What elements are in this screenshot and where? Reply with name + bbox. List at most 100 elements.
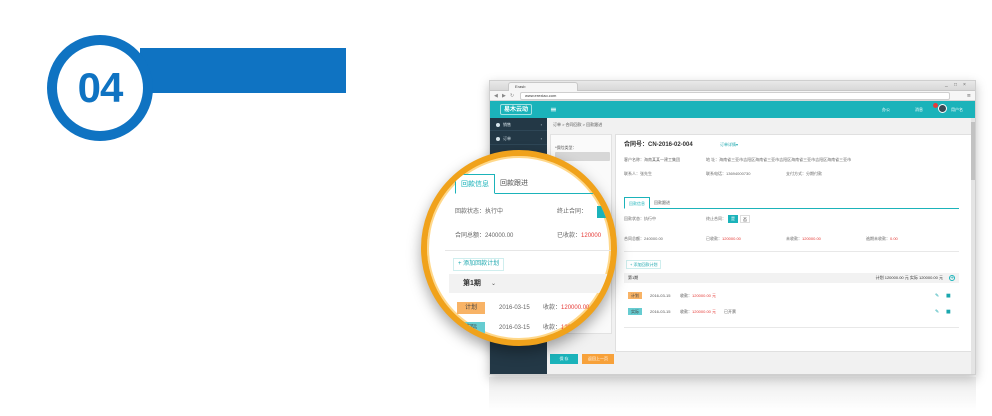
browser-tab[interactable]: Erasb [508, 82, 578, 91]
period-title: 第1期 [463, 280, 481, 287]
add-payment-plan-button[interactable]: + 添加回款计划 [453, 258, 505, 271]
unreceived-label: 未收款： [786, 236, 802, 241]
chevron-icon: › [540, 136, 542, 141]
magnifier-content: 回款信息 回款跟进 回款状态：执行中 终止合同： 合同总额：240000.00 … [427, 156, 611, 340]
unreceived-value: 120000.00 [802, 236, 821, 241]
forward-icon[interactable]: ▶ [502, 92, 506, 100]
row-amount: 收款：120000.00 元 [543, 324, 597, 333]
sidebar-item-label: 订单 [503, 136, 511, 141]
row-amount-value: 120000.00 元 [561, 305, 598, 311]
avatar[interactable] [938, 104, 947, 113]
url-input[interactable]: www.erexiao.com [520, 92, 950, 100]
terminate-label: 终止合同： [706, 216, 726, 221]
row-date: 2016-03-15 [650, 293, 671, 298]
contract-total: 合同总额：240000.00 [455, 233, 514, 239]
tab-payment-info[interactable]: 回款信息 [455, 174, 495, 194]
overdue-amount: 逾期未收款：0.00 [866, 236, 898, 242]
tab-payment-followup[interactable]: 回款跟进 [650, 197, 674, 209]
period-header[interactable]: 第1期 ⌄ [449, 274, 611, 293]
delete-icon[interactable]: ■ [946, 307, 951, 317]
row-amount-label: 收款： [543, 305, 562, 311]
row-note: 已开票 [724, 309, 736, 314]
order-detail-link[interactable]: 订单详情▾ [720, 142, 738, 148]
terminate-no-button[interactable]: 否 [740, 215, 750, 223]
contract-panel: 合同号：CN-2016-02-004 订单详情▾ 客户名称：海南某某一建工集团 … [615, 134, 972, 352]
terminate-yes-button[interactable]: 是 [728, 215, 738, 223]
browser-menu-icon[interactable]: ≡ [967, 92, 971, 100]
sidebar-item-sales[interactable]: 销售 › [490, 118, 547, 131]
divider [445, 250, 611, 251]
chevron-icon: › [540, 122, 542, 127]
add-icon[interactable]: + [949, 275, 955, 281]
payment-method: 支付方式：分期付款 [786, 171, 822, 176]
row-amount-value: 120000.00 元 [692, 293, 717, 298]
divider [624, 327, 959, 328]
app-logo[interactable]: 易木云动 [500, 104, 533, 115]
contract-number: 合同号：CN-2016-02-004 [624, 142, 693, 148]
step-badge: 04 [57, 45, 143, 131]
payment-tabs: 回款信息 回款跟进 [624, 197, 959, 209]
terminate-yes-button[interactable] [597, 206, 611, 218]
magnifier: 回款信息 回款跟进 回款状态：执行中 终止合同： 合同总额：240000.00 … [421, 150, 617, 346]
plan-tag: 计划 [628, 292, 642, 299]
menu-toggle-icon[interactable]: ≡ [550, 104, 557, 115]
received-value: 120000 [581, 233, 602, 239]
add-payment-plan-button[interactable]: + 添加回款计划 [626, 260, 662, 269]
actual-tag: 实际 [628, 308, 642, 315]
overdue-value: 0.00 [890, 236, 898, 241]
minimize-icon[interactable]: _ [945, 82, 948, 89]
payment-status: 回款状态：执行中 [624, 216, 656, 221]
terminate-label: 终止合同： [557, 209, 588, 215]
payment-status: 回款状态：执行中 [455, 209, 504, 215]
row-amount-value: 120000.00 元 [692, 309, 717, 314]
row-date: 2016-03-15 [499, 305, 530, 311]
received-label: 已收款： [557, 233, 582, 239]
delete-icon[interactable]: ■ [946, 291, 951, 301]
received-amount: 已收款：120000.00 [706, 236, 741, 242]
customer-name: 客户名称：海南某某一建工集团 [624, 157, 680, 162]
row-amount: 收款：120000.00 元 [680, 307, 716, 317]
address-bar: ◀ ▶ ↻ www.erexiao.com ≡ [490, 91, 975, 101]
header-messages[interactable]: 消息 [915, 104, 923, 115]
period-title: 第1期 [628, 275, 639, 280]
insurance-type-label: *保险类型： [555, 145, 577, 150]
chevron-down-icon[interactable]: ⌄ [491, 274, 496, 293]
header-user[interactable]: 用户名 [951, 104, 963, 115]
edit-icon[interactable]: ✎ [935, 307, 939, 317]
app-header: 易木云动 ≡ 办公 消息 用户名 [490, 101, 975, 118]
payment-row-actual: 实际 2016-03-15 收款：120000.00 元 已开票 ✎ ■ [624, 307, 959, 317]
contract-total: 合同总额：240000.00 [624, 236, 663, 241]
contact-person: 联系人：张先生 [624, 171, 652, 176]
magnified-tabs: 回款信息 回款跟进 [455, 174, 611, 194]
divider [624, 251, 959, 252]
maximize-icon[interactable]: □ [954, 82, 957, 89]
row-amount-label: 收款： [680, 309, 692, 314]
row-amount-value: 120000.00 元 [561, 325, 598, 331]
tab-payment-followup[interactable]: 回款跟进 [495, 174, 533, 194]
row-date: 2016-03-15 [499, 325, 530, 331]
row-amount-label: 收款： [680, 293, 692, 298]
reload-icon[interactable]: ↻ [510, 92, 514, 100]
close-icon[interactable]: × [963, 82, 966, 89]
browser-titlebar: Erasb _ □ × [490, 81, 975, 91]
actual-tag: 实际 [457, 322, 485, 334]
edit-icon[interactable]: ✎ [935, 291, 939, 301]
row-amount: 收款：120000.00 元 [543, 304, 597, 313]
scrollbar-thumb[interactable] [971, 122, 975, 180]
save-button[interactable]: 保 存 [550, 354, 578, 364]
contact-phone: 联系电话：13694000730 [706, 171, 751, 176]
row-date: 2016-03-15 [650, 309, 671, 314]
back-button[interactable]: 返回上一页 [582, 354, 614, 364]
period-header[interactable]: 第1期 计划 120000.00 元 实际 120000.00 元 + [624, 273, 959, 283]
back-icon[interactable]: ◀ [494, 92, 498, 100]
sidebar-item-orders[interactable]: 订单 › [490, 132, 547, 145]
header-office[interactable]: 办公 [882, 104, 890, 115]
row-amount: 收款：120000.00 元 [680, 291, 716, 301]
payment-row-plan: 计划 2016-03-15 收款：120000.00 元 ✎ ■ [624, 291, 959, 301]
row-amount-label: 收款： [543, 325, 562, 331]
step-number: 04 [77, 64, 124, 111]
period-summary: 计划 120000.00 元 实际 120000.00 元 [875, 275, 943, 280]
received-value: 120000.00 [722, 236, 741, 241]
plan-tag: 计划 [457, 302, 485, 314]
tab-payment-info[interactable]: 回款信息 [624, 197, 650, 209]
